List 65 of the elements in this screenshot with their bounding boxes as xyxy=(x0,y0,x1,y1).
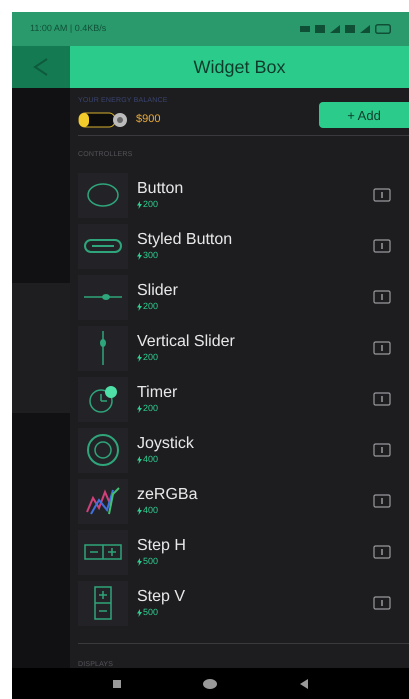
widget-item[interactable]: zeRGBa 400 xyxy=(78,476,409,526)
recents-icon[interactable] xyxy=(112,678,122,688)
widget-cost: 500 xyxy=(143,554,158,568)
widget-name: zeRGBa xyxy=(137,484,198,504)
horizontal-stepper-icon xyxy=(84,544,122,560)
header-title: Widget Box xyxy=(193,56,286,79)
widget-item[interactable]: Slider 200 xyxy=(78,272,409,322)
info-icon[interactable] xyxy=(373,392,391,406)
oval-icon xyxy=(87,183,119,207)
info-icon[interactable] xyxy=(373,494,391,508)
widget-name: Styled Button xyxy=(137,230,234,249)
widget-cost: 400 xyxy=(143,452,158,466)
clock-icon xyxy=(88,386,118,412)
info-icon[interactable] xyxy=(373,290,391,304)
balance-amount: $900 xyxy=(136,112,160,128)
widget-item[interactable]: Vertical Slider 200 xyxy=(78,322,409,374)
widget-name: Button xyxy=(137,178,184,198)
widget-name: Timer xyxy=(137,382,178,402)
back-nav-icon[interactable] xyxy=(298,678,309,690)
info-icon[interactable] xyxy=(373,596,391,610)
widget-item[interactable]: Step H 500 xyxy=(78,526,409,578)
pill-icon xyxy=(84,239,122,253)
bolt-icon xyxy=(137,252,142,260)
bolt-icon xyxy=(137,404,142,412)
bolt-icon xyxy=(137,200,142,208)
signal-icon xyxy=(330,25,340,33)
bolt-icon xyxy=(137,506,142,514)
battery-icon xyxy=(78,110,128,128)
widget-item[interactable]: Button 200 xyxy=(78,170,409,220)
widget-name: Joystick xyxy=(137,434,195,453)
widget-item[interactable]: Styled Button 300 xyxy=(78,220,409,272)
widget-item[interactable]: Timer 200 xyxy=(78,374,409,424)
signal-icon xyxy=(360,25,370,33)
widget-cost: 500 xyxy=(143,606,158,619)
widget-name: Slider xyxy=(137,280,179,300)
widget-cost: 200 xyxy=(143,402,158,415)
home-icon[interactable] xyxy=(202,678,218,690)
vertical-stepper-icon xyxy=(94,586,112,620)
info-icon[interactable] xyxy=(373,239,391,253)
slider-icon xyxy=(84,293,122,301)
bolt-icon xyxy=(137,302,142,310)
widget-cost: 400 xyxy=(143,504,158,517)
add-button[interactable]: + Add xyxy=(319,102,409,128)
info-icon[interactable] xyxy=(373,341,391,355)
bolt-icon xyxy=(137,354,142,362)
info-icon[interactable] xyxy=(373,443,391,457)
info-icon[interactable] xyxy=(373,188,391,202)
info-icon[interactable] xyxy=(373,545,391,559)
battery-status-icon xyxy=(375,24,391,34)
status-time: 11:00 AM | 0.4KB/s xyxy=(30,22,106,36)
widget-name: Vertical Slider xyxy=(137,332,236,351)
widget-name: Step H xyxy=(137,536,187,555)
color-lines-icon xyxy=(86,486,120,516)
widget-name: Step V xyxy=(137,586,186,606)
vertical-slider-icon xyxy=(99,331,107,365)
widget-item[interactable]: Joystick 400 xyxy=(78,424,409,476)
joystick-icon xyxy=(87,434,119,466)
widget-cost: 200 xyxy=(143,198,158,211)
widget-cost: 200 xyxy=(143,350,158,364)
widget-item[interactable]: Step V 500 xyxy=(78,578,409,628)
widget-cost: 200 xyxy=(143,300,158,313)
bolt-icon xyxy=(137,608,142,616)
widget-cost: 300 xyxy=(143,248,158,262)
bolt-icon xyxy=(137,558,142,566)
bolt-icon xyxy=(137,456,142,464)
